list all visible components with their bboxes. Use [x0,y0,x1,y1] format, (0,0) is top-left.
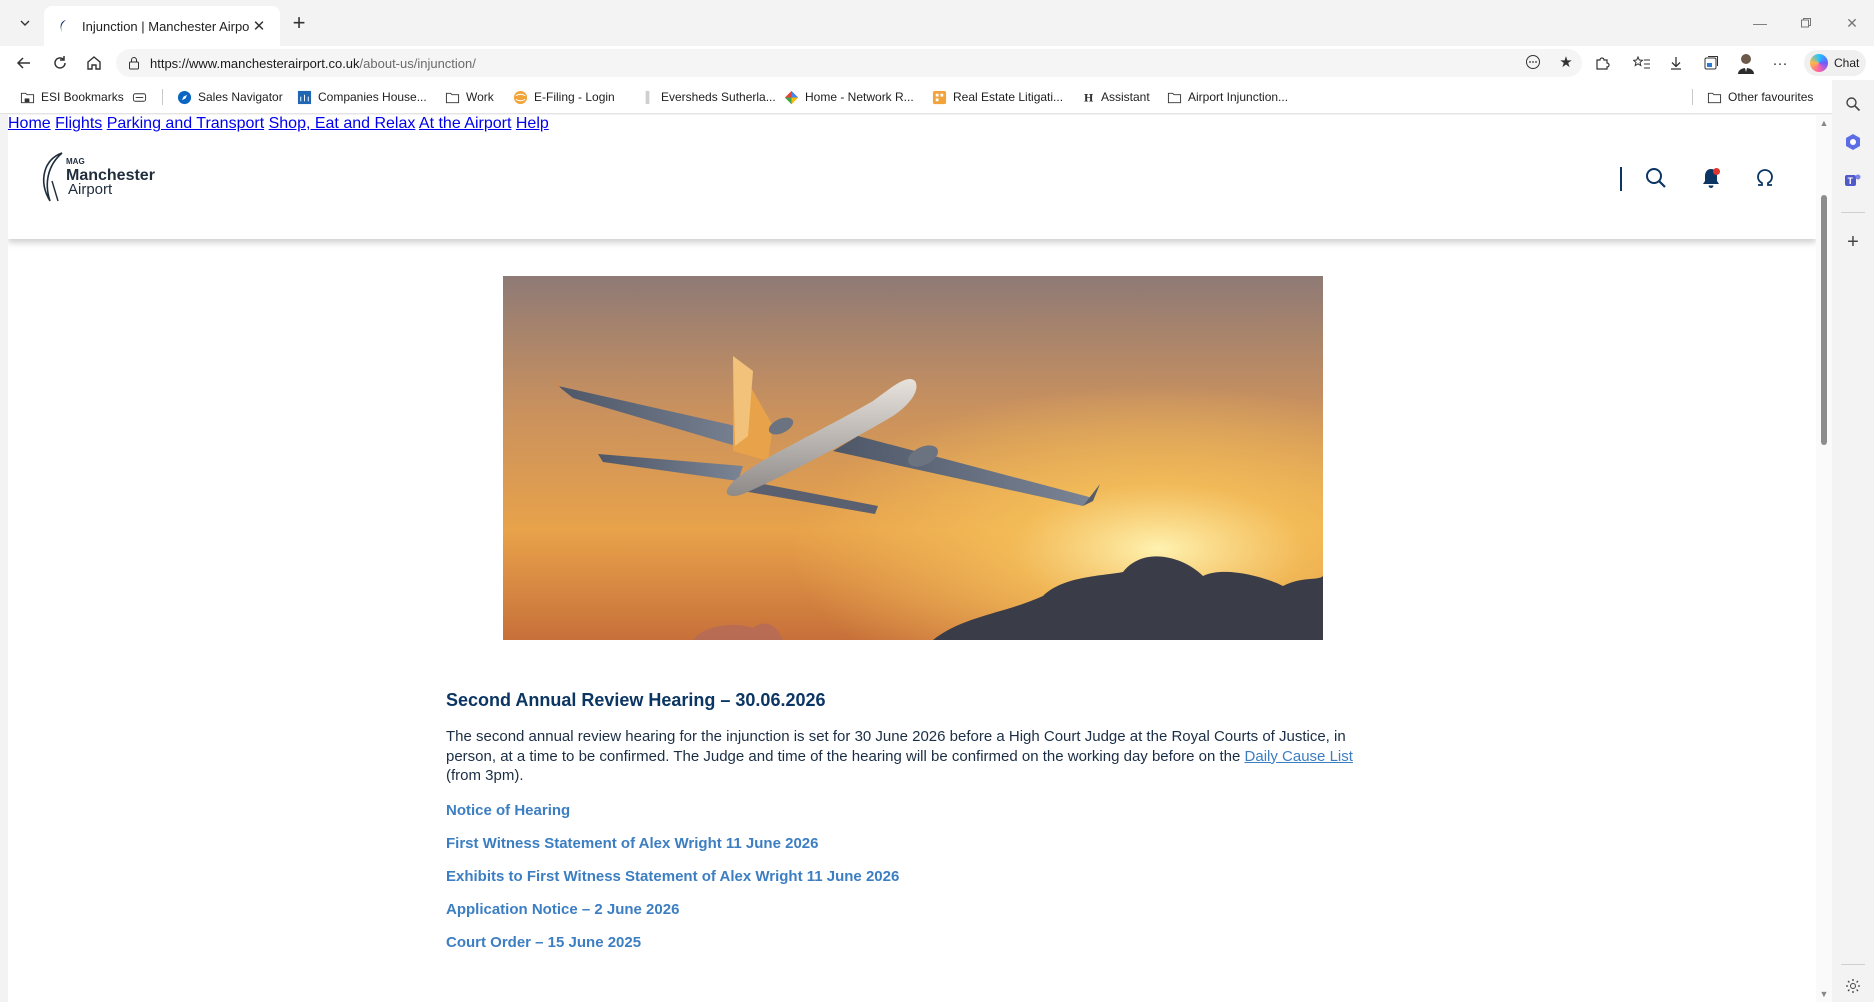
folder-icon [1167,92,1182,103]
browser-toolbar: https://www.manchesterairport.co.uk/abou… [0,46,1874,80]
bookmark-sales-navigator[interactable]: Sales Navigator [177,87,283,107]
globe-icon [513,90,528,104]
sidebar-settings-gear-icon[interactable] [1841,974,1865,998]
bookmark-separator [1692,89,1693,105]
nav-divider [1620,167,1622,191]
minimize-icon[interactable]: — [1742,10,1778,36]
reader-options-icon[interactable] [1520,49,1546,75]
hearing-description: The second annual review hearing for the… [446,728,1353,784]
nav-home[interactable]: Home [8,115,51,132]
edge-sidebar: T + [1832,80,1874,1002]
extensions-puzzle-icon[interactable] [1588,50,1616,76]
favourites-list-icon[interactable] [1628,50,1656,76]
sidebar-copilot-icon[interactable] [1841,130,1865,154]
nav-parking-and-transport[interactable]: Parking and Transport [107,115,264,132]
svg-text:Airport: Airport [68,181,113,198]
new-tab-plus-icon[interactable]: + [286,10,312,36]
network-icon [784,90,799,104]
favourites-bar: ESI Bookmarks Sales Navigator Companies … [0,80,1874,114]
h-icon: H [1084,92,1094,104]
accessibility-omega-icon[interactable] [1750,163,1780,193]
tab-title: Injunction | Manchester Airport [82,18,250,34]
bookmark-e-filing-login[interactable]: E-Filing - Login [513,87,615,107]
downloads-icon[interactable] [1662,50,1690,76]
card-icon [132,92,147,102]
grid-icon [932,90,947,104]
site-search-icon[interactable] [1641,163,1671,193]
svg-text:H: H [1084,92,1094,104]
profile-avatar-icon[interactable] [1732,50,1760,76]
home-icon[interactable] [80,50,108,76]
bookmark-other-favourites[interactable]: Other favourites [1707,87,1813,107]
compass-icon [177,90,192,104]
svg-text:T: T [1848,176,1854,186]
sidebar-add-icon[interactable]: + [1841,230,1865,254]
nav-flights[interactable]: Flights [55,115,102,132]
folder-lock-icon [20,92,35,103]
site-info-lock-icon[interactable] [126,55,142,71]
restore-icon[interactable] [1788,10,1824,36]
refresh-icon[interactable] [46,50,74,76]
bookmark-separator [162,89,163,105]
bookmark-eversheds[interactable]: Eversheds Sutherla... [640,87,776,107]
back-arrow-icon[interactable] [10,50,38,76]
nav-help[interactable]: Help [516,115,549,132]
close-window-icon[interactable]: ✕ [1834,10,1870,36]
section-heading: Second Annual Review Hearing – 30.06.202… [446,690,826,710]
sidebar-teams-icon[interactable]: T [1841,168,1865,192]
court-order-link[interactable]: Court Order – 15 June 2025 [446,934,1386,951]
site-header: MAG Manchester Airport Home Flights Park… [8,115,1816,239]
bookmark-companies-house[interactable]: Companies House... [297,87,427,107]
exhibits-to-witness-statement-link[interactable]: Exhibits to First Witness Statement of A… [446,868,1386,885]
scrollbar-thumb[interactable] [1821,195,1827,445]
tab-list-chevron-icon[interactable] [12,10,38,36]
notifications-bell-icon[interactable] [1696,163,1726,193]
notice-of-hearing-link[interactable]: Notice of Hearing [446,802,1386,819]
injunction-content: Second Annual Review Hearing – 30.06.202… [446,690,1386,967]
bookmark-airport-injunction[interactable]: Airport Injunction... [1167,87,1288,107]
page-icon [645,90,650,104]
favourite-star-icon[interactable]: ★ [1553,49,1579,75]
nav-shop-eat-and-relax[interactable]: Shop, Eat and Relax [269,115,416,132]
page-scrollbar[interactable]: ▲ ▼ [1816,115,1832,1002]
scroll-up-arrow-icon[interactable]: ▲ [1819,118,1829,128]
copilot-icon [1810,54,1828,72]
daily-cause-list-link[interactable]: Daily Cause List [1245,748,1353,765]
url-text: https://www.manchesterairport.co.uk/abou… [150,55,476,71]
first-witness-statement-link[interactable]: First Witness Statement of Alex Wright 1… [446,835,1386,852]
close-tab-icon[interactable]: ✕ [250,17,268,35]
bookmark-card[interactable] [132,87,147,107]
sidebar-divider [1841,964,1865,965]
manchester-airport-favicon-icon [60,20,66,32]
collections-icon[interactable] [1697,50,1725,76]
application-notice-link[interactable]: Application Notice – 2 June 2026 [446,901,1386,918]
bookmark-real-estate-litigation[interactable]: Real Estate Litigati... [932,87,1063,107]
active-tab[interactable]: Injunction | Manchester Airport ✕ [44,6,280,46]
folder-icon [445,92,460,103]
main-navigation: Home Flights Parking and Transport Shop,… [8,115,1816,133]
bookmark-assistant[interactable]: H Assistant [1080,87,1150,107]
sidebar-search-icon[interactable] [1841,92,1865,116]
address-bar[interactable]: https://www.manchesterairport.co.uk/abou… [116,49,1582,77]
bookmark-network-rail[interactable]: Home - Network R... [784,87,914,107]
bookmark-esi-bookmarks[interactable]: ESI Bookmarks [20,87,124,107]
bookmark-work[interactable]: Work [445,87,494,107]
nav-at-the-airport[interactable]: At the Airport [419,115,512,132]
chat-label: Chat [1834,56,1860,70]
building-icon [297,90,312,104]
hero-aeroplane-sunset-image [503,276,1323,640]
scroll-down-arrow-icon[interactable]: ▼ [1819,989,1829,999]
manchester-airport-logo[interactable]: MAG Manchester Airport [38,151,168,203]
sidebar-divider [1841,212,1865,213]
web-page: MAG Manchester Airport Home Flights Park… [8,115,1816,1002]
folder-icon [1707,92,1722,103]
copilot-chat-button[interactable]: Chat [1804,50,1866,76]
svg-text:MAG: MAG [66,157,85,166]
more-options-ellipsis-icon[interactable]: ··· [1766,50,1794,76]
tab-strip: Injunction | Manchester Airport ✕ + — ✕ [0,0,1874,46]
